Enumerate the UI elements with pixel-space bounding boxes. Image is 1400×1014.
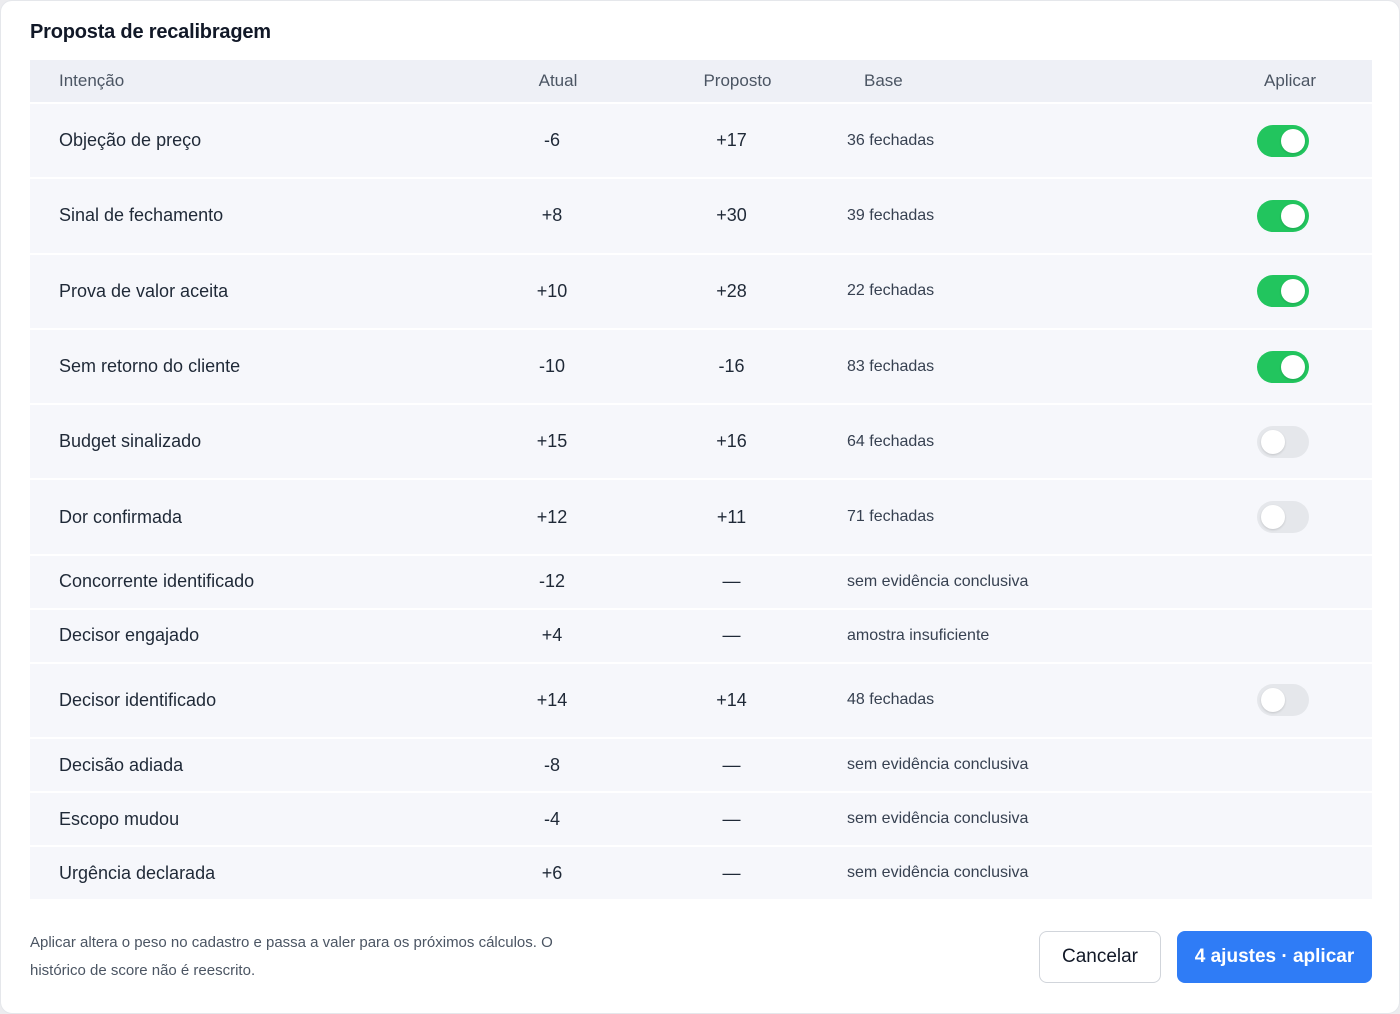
proposed-weight-cell: — [722,571,741,592]
apply-toggle[interactable] [1257,425,1309,458]
column-header-intent: Intenção [59,71,125,90]
footer-note: Aplicar altera o peso no cadastro e pass… [30,934,553,979]
intent-cell: Prova de valor aceita [59,280,229,301]
toggle-knob [1281,279,1305,304]
apply-toggle[interactable] [1257,501,1309,534]
current-weight-cell: +15 [536,431,568,452]
table-row: Dor confirmada +12 +11 71 fechadas [30,478,1372,553]
toggle-knob [1261,505,1285,530]
cancel-button[interactable]: Cancelar [1039,931,1161,983]
current-weight-cell: +12 [536,506,568,527]
apply-cell [1247,275,1372,308]
intent-cell: Dor confirmada [59,506,183,527]
toggle-knob [1261,688,1285,713]
base-cell: 83 fechadas [847,357,935,375]
intent-cell: Decisão adiada [59,754,184,775]
base-cell: 71 fechadas [847,508,935,526]
base-cell: sem evidência conclusiva [847,810,1029,828]
proposed-weight-cell: -16 [718,356,745,377]
apply-toggle[interactable] [1257,124,1309,157]
recalibration-modal: Proposta de recalibragem Intenção Atual … [0,0,1400,1014]
table-row: Sem retorno do cliente -10 -16 83 fechadas [30,327,1372,403]
proposed-weight-cell: — [722,625,741,646]
intent-cell: Concorrente identificado [59,571,255,592]
table-row: Objeção de preço -6 +17 36 fechadas [30,102,1372,177]
table-header: Intenção Atual Proposto Base Aplicar [30,60,1372,102]
current-weight-cell: -12 [538,571,565,592]
table-row: Budget sinalizado +15 +16 64 fechadas [30,403,1372,478]
apply-cell [1247,684,1372,717]
intent-cell: Sem retorno do cliente [59,356,241,377]
proposed-weight-cell: — [722,808,741,829]
toggle-knob [1261,429,1285,454]
intent-cell: Budget sinalizado [59,431,202,452]
apply-toggle[interactable] [1257,350,1309,383]
apply-cell [1247,199,1372,232]
proposed-weight-cell: +11 [716,506,747,527]
current-weight-cell: -8 [543,754,560,775]
current-weight-cell: +6 [541,862,563,883]
column-header-apply: Aplicar [1264,71,1316,90]
proposed-weight-cell: +17 [716,130,747,151]
intent-cell: Objeção de preço [59,130,202,151]
base-cell: 22 fechadas [847,282,935,300]
table-row: Escopo mudou -4 — sem evidência conclusiva [30,791,1372,845]
current-weight-cell: -4 [543,808,560,829]
base-cell: 36 fechadas [847,131,935,149]
toggle-knob [1281,128,1305,153]
modal-title: Proposta de recalibragem [30,21,271,43]
base-cell: amostra insuficiente [847,626,990,644]
apply-toggle[interactable] [1257,199,1309,232]
table-row: Decisor identificado +14 +14 48 fechadas [30,661,1372,737]
apply-adjustments-button[interactable]: 4 ajustes · aplicar [1177,931,1372,983]
proposed-weight-cell: +30 [716,205,747,226]
current-weight-cell: +14 [536,689,568,710]
column-header-base: Base [864,71,903,90]
proposed-weight-cell: +28 [716,280,747,301]
current-weight-cell: -6 [543,130,560,151]
intent-cell: Urgência declarada [59,862,216,883]
apply-toggle[interactable] [1257,275,1309,308]
column-header-proposed: Proposto [703,71,772,90]
current-weight-cell: +8 [541,205,563,226]
base-cell: 39 fechadas [847,206,935,224]
proposed-weight-cell: +14 [716,689,747,710]
base-cell: sem evidência conclusiva [847,756,1029,774]
proposed-weight-cell: — [722,862,741,883]
table-row: Decisão adiada -8 — sem evidência conclusiv… [30,737,1372,791]
apply-cell [1247,425,1372,458]
apply-cell [1247,350,1372,383]
intent-cell: Decisor identificado [59,689,217,710]
base-cell: sem evidência conclusiva [847,572,1029,590]
base-cell: sem evidência conclusiva [847,864,1029,882]
apply-toggle[interactable] [1257,684,1309,717]
current-weight-cell: +10 [536,280,568,301]
current-weight-cell: +4 [541,625,563,646]
table-row: Sinal de fechamento +8 +30 39 fechadas [30,177,1372,252]
current-weight-cell: -10 [538,356,565,377]
proposed-weight-cell: — [722,754,741,775]
intent-cell: Sinal de fechamento [59,205,224,226]
base-cell: 48 fechadas [847,691,935,709]
proposed-weight-cell: +16 [716,431,747,452]
intent-cell: Escopo mudou [59,808,180,829]
table-row: Prova de valor aceita +10 +28 22 fechadas [30,252,1372,328]
table-row: Urgência declarada +6 — sem evidência concl… [30,845,1372,899]
toggle-knob [1281,354,1305,379]
column-header-current: Atual [538,71,578,90]
table-row: Concorrente identificado -12 — sem evidênci… [30,553,1372,608]
table-row: Decisor engajado +4 — amostra insuficiente [30,607,1372,662]
toggle-knob [1281,203,1305,228]
recalibration-table: Intenção Atual Proposto Base Aplicar Obj… [30,60,1372,900]
base-cell: 64 fechadas [847,432,935,450]
intent-cell: Decisor engajado [59,625,200,646]
apply-cell [1247,501,1372,534]
apply-cell [1247,124,1372,157]
table-body: Objeção de preço -6 +17 36 fechadas Sinal de… [30,102,1372,899]
